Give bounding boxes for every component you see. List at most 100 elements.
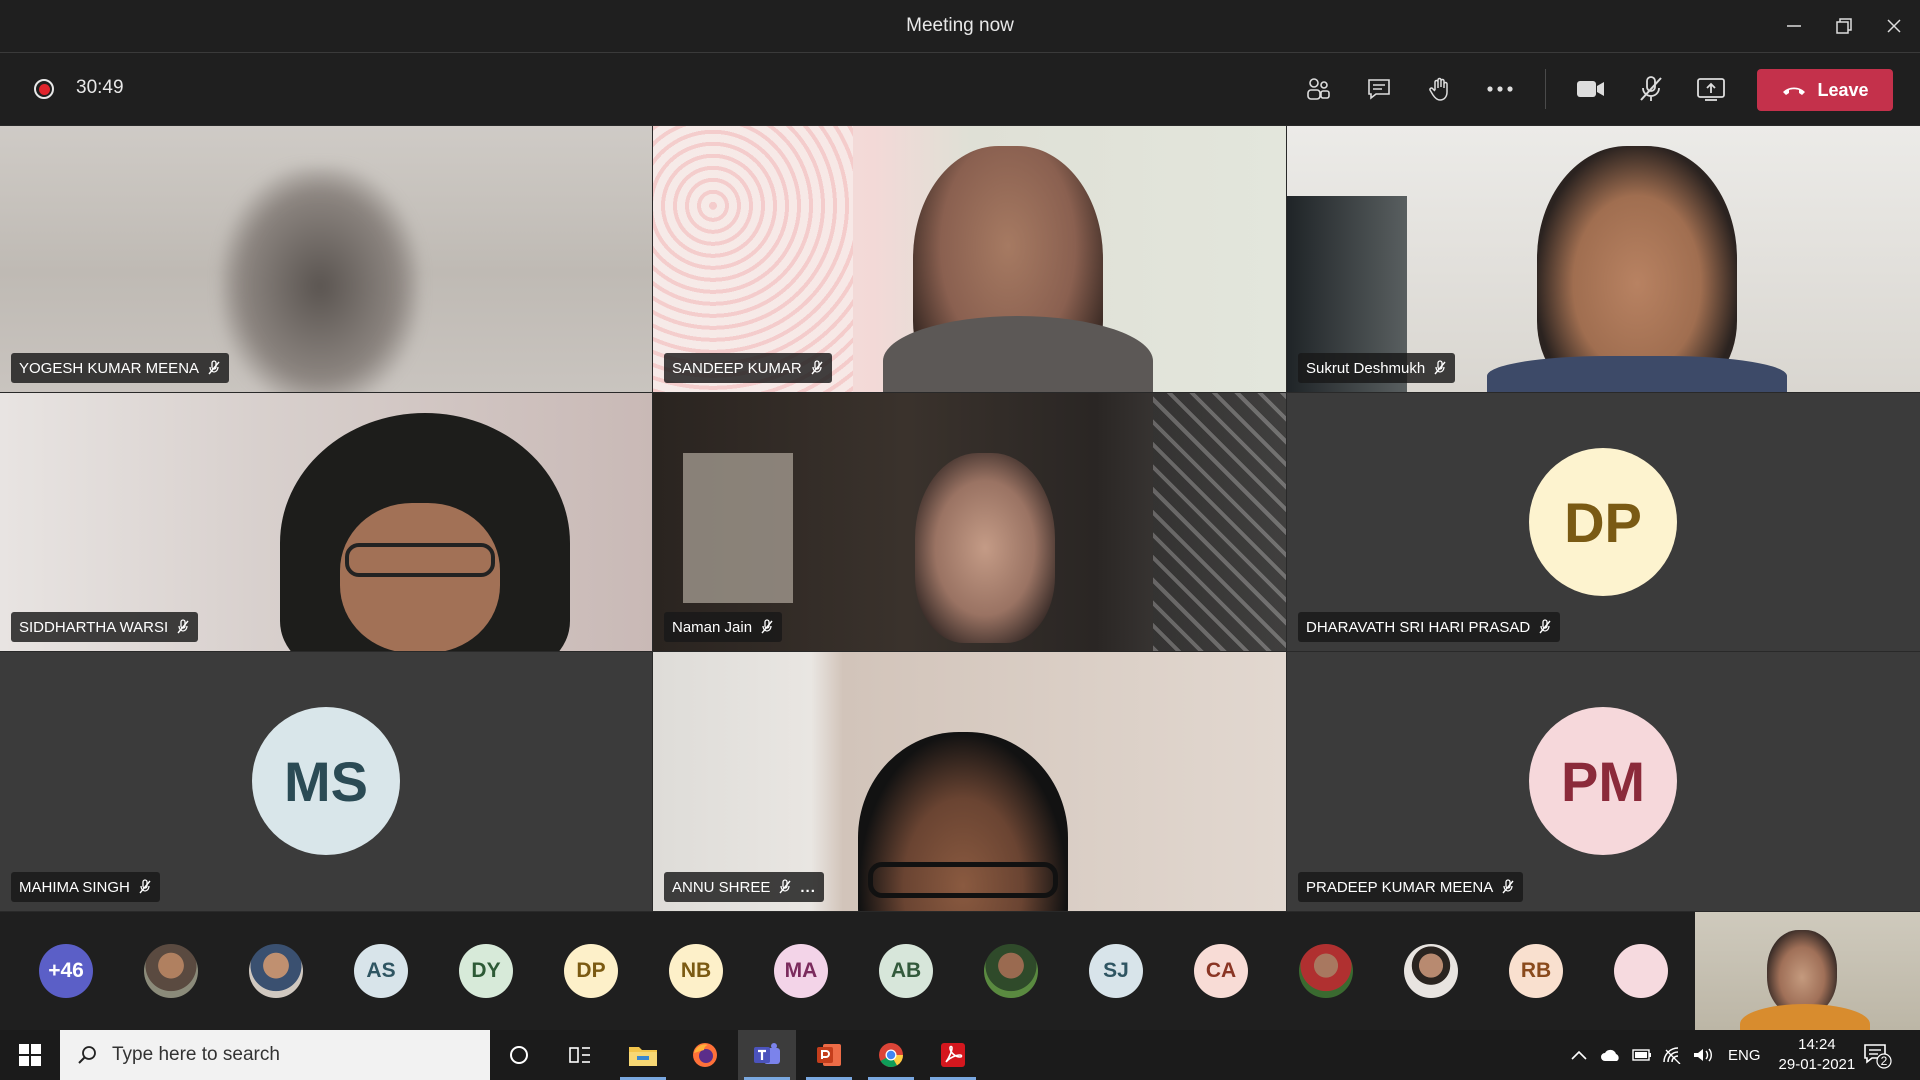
notifications-icon[interactable]: 2 xyxy=(1862,1030,1892,1080)
video-tile[interactable]: SANDEEP KUMAR xyxy=(653,126,1286,392)
file-explorer-icon[interactable] xyxy=(614,1030,672,1080)
mic-muted-icon xyxy=(208,360,220,375)
restore-icon[interactable] xyxy=(1822,8,1866,44)
participant-name: YOGESH KUMAR MEENA xyxy=(19,359,200,377)
participant-video xyxy=(220,166,420,392)
more-options-icon[interactable]: ... xyxy=(800,879,816,896)
onedrive-icon[interactable] xyxy=(1600,1048,1622,1062)
windows-taskbar: Type here to search ENG 14:24 29-01-2021… xyxy=(0,1030,1920,1080)
task-view-icon[interactable] xyxy=(551,1030,609,1080)
video-tile[interactable]: Naman Jain xyxy=(653,393,1286,651)
teams-icon[interactable] xyxy=(738,1030,796,1080)
mic-muted-icon xyxy=(761,619,773,634)
clock[interactable]: 14:24 29-01-2021 xyxy=(1779,1035,1856,1075)
name-tag: PRADEEP KUMAR MEENA xyxy=(1298,872,1524,902)
mic-muted-icon xyxy=(1539,619,1551,634)
participant-avatar: DP xyxy=(1529,448,1677,596)
participant-avatar[interactable]: DY xyxy=(459,944,513,998)
participant-avatar[interactable]: CA xyxy=(1194,944,1248,998)
name-tag: MAHIMA SINGH xyxy=(11,872,160,902)
meeting-toolbar: 30:49 Leave xyxy=(0,53,1920,125)
shoulders xyxy=(1487,356,1787,392)
firefox-icon[interactable] xyxy=(676,1030,734,1080)
background-shelf xyxy=(683,453,793,603)
notification-count: 2 xyxy=(1880,1054,1888,1068)
participant-name: SANDEEP KUMAR xyxy=(672,359,802,377)
video-tile[interactable]: ANNU SHREE ... xyxy=(653,652,1286,911)
mic-muted-icon[interactable] xyxy=(1631,71,1671,107)
camera-icon[interactable] xyxy=(1571,71,1611,107)
raise-hand-icon[interactable] xyxy=(1420,71,1460,107)
video-tile[interactable]: SIDDHARTHA WARSI xyxy=(0,393,652,651)
acrobat-icon[interactable] xyxy=(924,1030,982,1080)
more-options-icon[interactable] xyxy=(1480,71,1520,107)
minimize-icon[interactable] xyxy=(1772,8,1816,44)
participant-avatar[interactable]: AS xyxy=(354,944,408,998)
taskbar-search[interactable]: Type here to search xyxy=(60,1030,490,1080)
recording-icon xyxy=(34,79,54,99)
windows-start-icon[interactable] xyxy=(0,1030,60,1080)
system-tray: ENG 14:24 29-01-2021 xyxy=(1570,1030,1855,1080)
powerpoint-icon[interactable] xyxy=(800,1030,858,1080)
participant-name: SIDDHARTHA WARSI xyxy=(19,618,169,636)
participant-avatar[interactable] xyxy=(249,944,303,998)
volume-icon[interactable] xyxy=(1692,1046,1714,1064)
name-tag: Naman Jain xyxy=(664,612,783,642)
participants-icon[interactable] xyxy=(1298,71,1338,107)
mic-muted-icon xyxy=(1434,360,1446,375)
clock-date: 29-01-2021 xyxy=(1778,1056,1856,1073)
wifi-icon[interactable] xyxy=(1662,1046,1682,1064)
mic-muted-icon xyxy=(811,360,823,375)
participant-avatar[interactable] xyxy=(1614,944,1668,998)
video-tile[interactable]: YOGESH KUMAR MEENA xyxy=(0,126,652,392)
cortana-icon[interactable] xyxy=(490,1030,548,1080)
participant-avatar: PM xyxy=(1529,707,1677,855)
chrome-icon[interactable] xyxy=(862,1030,920,1080)
toolbar-divider xyxy=(1545,69,1546,109)
participant-strip: +46 AS DY DP NB MA AB SJ CA RB xyxy=(0,912,1920,1030)
chat-icon[interactable] xyxy=(1359,71,1399,107)
participant-avatar[interactable] xyxy=(1299,944,1353,998)
self-view-video[interactable] xyxy=(1695,912,1920,1030)
leave-button[interactable]: Leave xyxy=(1757,69,1893,111)
participant-avatar[interactable]: NB xyxy=(669,944,723,998)
hang-up-icon xyxy=(1783,87,1806,95)
chevron-up-icon[interactable] xyxy=(1570,1049,1588,1061)
participant-avatar[interactable] xyxy=(1404,944,1458,998)
mic-muted-icon xyxy=(139,879,151,894)
avatar-tile[interactable]: PM PRADEEP KUMAR MEENA xyxy=(1287,652,1920,911)
language-indicator[interactable]: ENG xyxy=(1728,1047,1761,1064)
participant-avatar[interactable]: SJ xyxy=(1089,944,1143,998)
mic-muted-icon xyxy=(1502,879,1514,894)
close-icon[interactable] xyxy=(1872,8,1916,44)
mic-muted-icon xyxy=(779,879,791,894)
name-tag: DHARAVATH SRI HARI PRASAD xyxy=(1298,612,1561,642)
leave-label: Leave xyxy=(1817,79,1869,100)
participant-name: Naman Jain xyxy=(672,618,753,636)
participant-avatar[interactable]: DP xyxy=(564,944,618,998)
participant-avatar: MS xyxy=(252,707,400,855)
search-icon xyxy=(78,1046,96,1064)
participant-name: MAHIMA SINGH xyxy=(19,878,130,896)
window-title: Meeting now xyxy=(906,15,1014,36)
meeting-timer: 30:49 xyxy=(76,77,124,98)
share-screen-icon[interactable] xyxy=(1691,71,1731,107)
participant-video xyxy=(915,453,1055,643)
more-participants-button[interactable]: +46 xyxy=(39,944,93,998)
glasses xyxy=(868,862,1058,898)
participant-avatar[interactable]: AB xyxy=(879,944,933,998)
participant-avatar[interactable] xyxy=(984,944,1038,998)
mic-muted-icon xyxy=(177,619,189,634)
video-tile[interactable]: Sukrut Deshmukh xyxy=(1287,126,1920,392)
participant-avatar[interactable]: RB xyxy=(1509,944,1563,998)
video-grid: YOGESH KUMAR MEENA SANDEEP KUMAR Sukrut … xyxy=(0,126,1920,912)
participant-avatar[interactable]: MA xyxy=(774,944,828,998)
avatar-tile[interactable]: DP DHARAVATH SRI HARI PRASAD xyxy=(1287,393,1920,651)
battery-icon[interactable] xyxy=(1632,1049,1652,1061)
participant-avatar[interactable] xyxy=(144,944,198,998)
avatar-tile[interactable]: MS MAHIMA SINGH xyxy=(0,652,652,911)
clock-time: 14:24 xyxy=(1798,1036,1836,1053)
search-placeholder: Type here to search xyxy=(112,1044,280,1065)
name-tag: SIDDHARTHA WARSI xyxy=(11,612,199,642)
glasses xyxy=(345,543,495,577)
